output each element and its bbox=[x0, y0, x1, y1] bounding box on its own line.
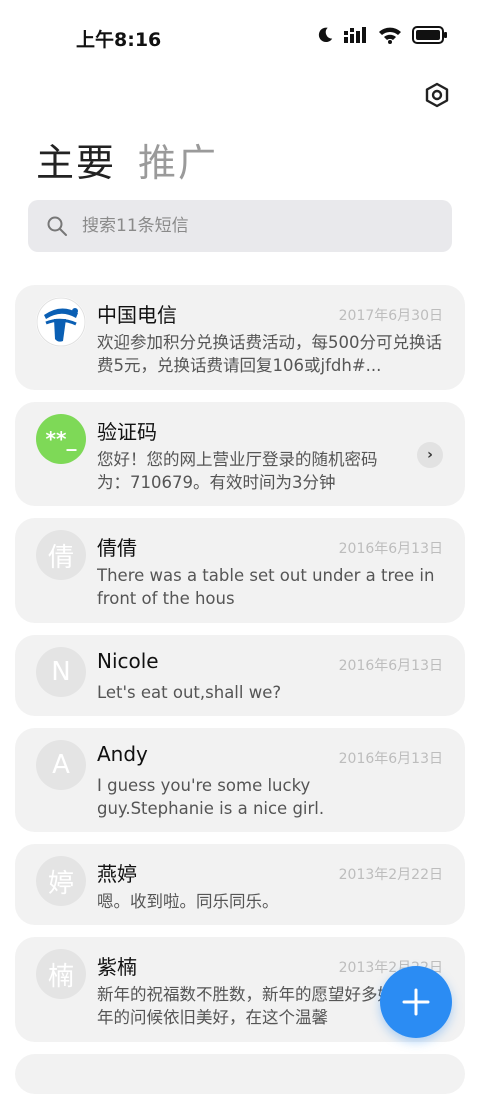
avatar: 倩 bbox=[36, 530, 86, 580]
message-item-verification-code[interactable]: **_ 验证码 您好！您的网上营业厅登录的随机密码为：710679。有效时间为3… bbox=[15, 402, 465, 506]
avatar: **_ bbox=[36, 414, 86, 464]
status-time: 上午8:16 bbox=[76, 29, 162, 51]
avatar: 婷 bbox=[36, 856, 86, 906]
battery-icon bbox=[412, 26, 447, 44]
chevron-right-icon[interactable]: › bbox=[417, 442, 443, 468]
sender-name: Andy bbox=[97, 742, 148, 766]
avatar bbox=[36, 297, 86, 347]
search-bar[interactable] bbox=[28, 200, 452, 252]
message-preview: I guess you're some lucky guy.Stephanie … bbox=[97, 776, 325, 818]
search-icon bbox=[47, 216, 67, 236]
signal-icon bbox=[344, 27, 366, 43]
message-item-andy[interactable]: A Andy 2016年6月13日 I guess you're some lu… bbox=[15, 728, 465, 832]
message-date: 2016年6月13日 bbox=[338, 541, 443, 557]
avatar: 楠 bbox=[36, 949, 86, 999]
message-date: 2016年6月13日 bbox=[338, 658, 443, 674]
status-bar: 上午8:16 bbox=[0, 0, 480, 72]
sender-name: 紫楠 bbox=[97, 955, 137, 979]
message-preview: There was a table set out under a tree i… bbox=[97, 566, 435, 608]
china-telecom-logo-icon bbox=[36, 297, 86, 347]
avatar: N bbox=[36, 647, 86, 697]
message-preview: 嗯。收到啦。同乐同乐。 bbox=[97, 892, 279, 911]
plus-icon bbox=[402, 988, 430, 1016]
message-preview: 您好！您的网上营业厅登录的随机密码为：710679。有效时间为3分钟 bbox=[97, 450, 378, 492]
moon-icon bbox=[318, 27, 333, 43]
message-date: 2017年6月30日 bbox=[338, 308, 443, 324]
sender-name: 燕婷 bbox=[97, 862, 137, 886]
tab-promotions[interactable]: 推广 bbox=[138, 132, 218, 187]
message-date: 2016年6月13日 bbox=[338, 751, 443, 767]
message-item-nicole[interactable]: N Nicole 2016年6月13日 Let's eat out,shall … bbox=[15, 635, 465, 716]
avatar: A bbox=[36, 740, 86, 790]
tab-primary[interactable]: 主要 bbox=[36, 132, 116, 187]
settings-button[interactable] bbox=[420, 78, 454, 112]
message-item-yanting[interactable]: 婷 燕婷 2013年2月22日 嗯。收到啦。同乐同乐。 bbox=[15, 844, 465, 925]
message-item-china-telecom[interactable]: 中国电信 2017年6月30日 欢迎参加积分兑换话费活动，每500分可兑换话费5… bbox=[15, 285, 465, 390]
wifi-icon bbox=[379, 27, 401, 44]
sender-name: 中国电信 bbox=[97, 303, 177, 327]
settings-hexagon-icon bbox=[425, 82, 449, 108]
sender-name: 验证码 bbox=[97, 420, 157, 444]
message-preview: Let's eat out,shall we? bbox=[97, 683, 282, 702]
message-date: 2013年2月22日 bbox=[338, 867, 443, 883]
new-message-button[interactable] bbox=[380, 966, 452, 1038]
message-item-partial[interactable] bbox=[15, 1054, 465, 1094]
status-icons bbox=[316, 26, 448, 44]
message-item-qianqian[interactable]: 倩 倩倩 2016年6月13日 There was a table set ou… bbox=[15, 518, 465, 623]
sender-name: Nicole bbox=[97, 649, 159, 673]
tab-bar: 主要 推广 bbox=[36, 132, 218, 187]
search-input[interactable] bbox=[80, 215, 404, 237]
message-preview: 欢迎参加积分兑换话费活动，每500分可兑换话费5元，兑换话费请回复106或jfd… bbox=[97, 333, 442, 375]
sender-name: 倩倩 bbox=[97, 536, 137, 560]
